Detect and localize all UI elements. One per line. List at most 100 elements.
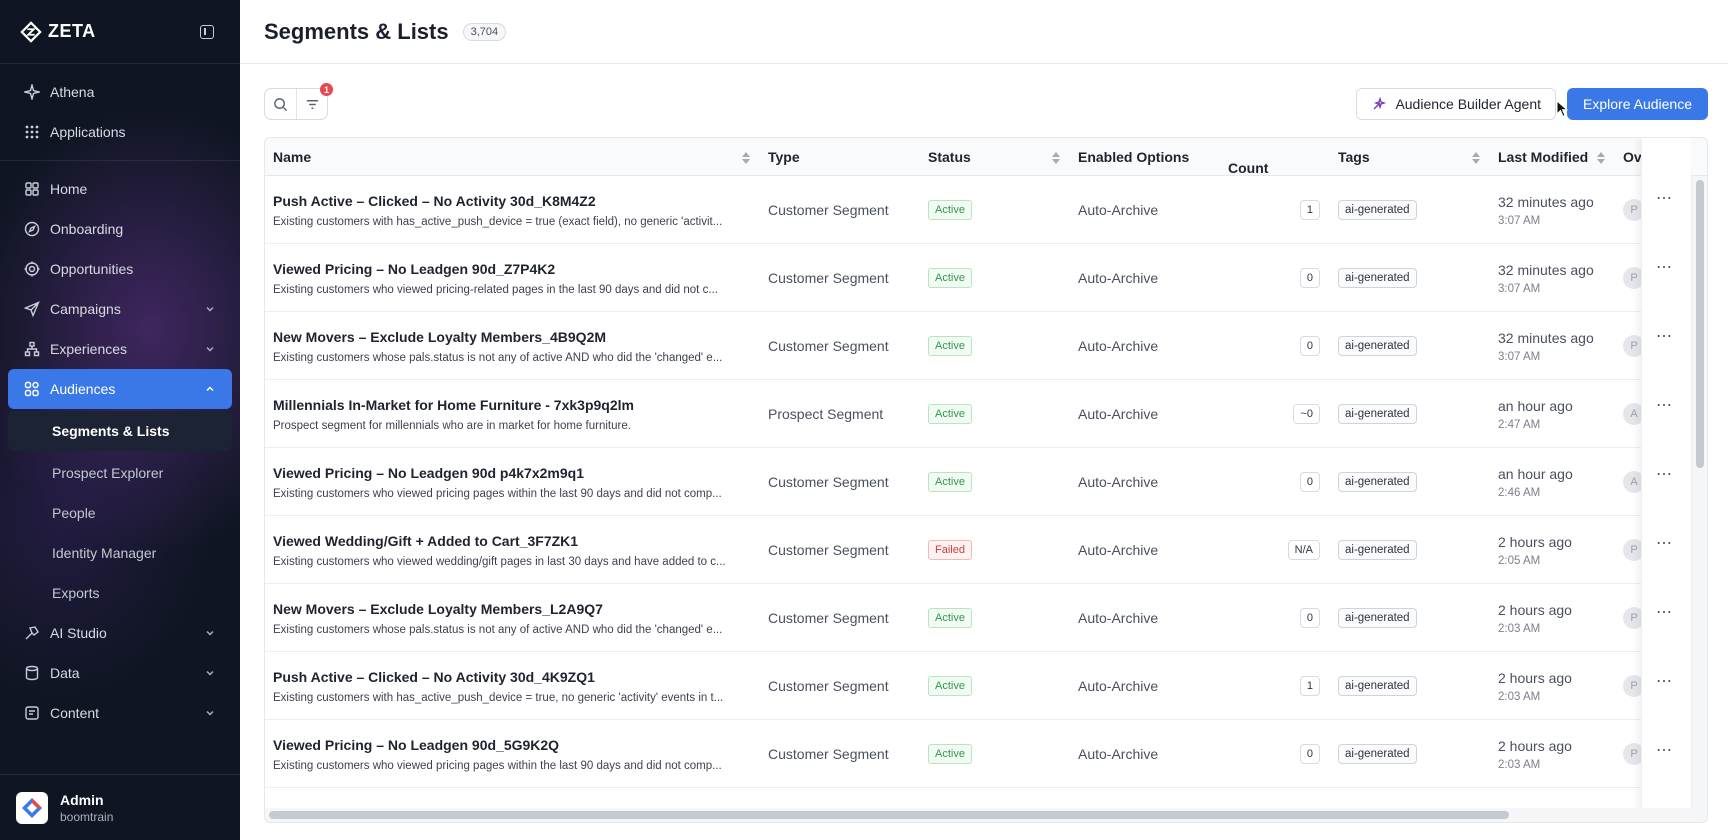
table-row[interactable]: New Movers – Exclude Loyalty Members_L2A…	[265, 584, 1707, 652]
sidebar-item-data[interactable]: Data	[8, 653, 232, 693]
horizontal-scroll-thumb[interactable]	[269, 811, 1509, 819]
sparkle-icon	[24, 84, 40, 100]
cell-name[interactable]: Viewed Pricing – No Leadgen 90d_Z7P4K2 Ex…	[265, 244, 760, 312]
tag-chip[interactable]: ai-generated	[1338, 268, 1417, 288]
tag-chip[interactable]: ai-generated	[1338, 676, 1417, 696]
cell-tags: ai-generated	[1330, 312, 1490, 380]
more-actions-icon[interactable]: ⋯	[1656, 464, 1673, 484]
column-header-label: Ov	[1623, 148, 1642, 165]
tag-chip[interactable]: ai-generated	[1338, 336, 1417, 356]
more-actions-icon[interactable]: ⋯	[1656, 257, 1673, 277]
segment-description: Prospect segment for millennials who are…	[273, 419, 631, 432]
explore-audience-button[interactable]: Explore Audience	[1567, 88, 1708, 120]
sidebar-item-onboarding[interactable]: Onboarding	[8, 209, 232, 249]
chevron-down-icon[interactable]	[204, 627, 216, 639]
table-row[interactable]: Millennials In-Market for Home Furniture…	[265, 380, 1707, 448]
chevron-down-icon[interactable]	[204, 667, 216, 679]
user-profile[interactable]: Admin boomtrain	[0, 774, 240, 840]
sort-icon[interactable]	[1597, 151, 1605, 164]
cell-name[interactable]: Millennials In-Market for Home Furniture…	[265, 380, 760, 448]
vertical-scrollbar[interactable]	[1691, 176, 1707, 822]
segment-name[interactable]: Push Active – Clicked – No Activity 30d_…	[273, 669, 760, 685]
segment-name[interactable]: New Movers – Exclude Loyalty Members_L2A…	[273, 601, 760, 617]
segment-name[interactable]: Viewed Wedding/Gift + Added to Cart_3F7Z…	[273, 533, 760, 549]
table-row[interactable]: Viewed Pricing – No Leadgen 90d_5G9K2Q Ex…	[265, 720, 1707, 788]
table-row[interactable]: Viewed Wedding/Gift + Added to Cart_3F7Z…	[265, 516, 1707, 584]
more-actions-icon[interactable]: ⋯	[1656, 602, 1673, 622]
column-header-tags[interactable]: Tags	[1330, 138, 1490, 176]
table-row[interactable]: New Movers – Exclude Loyalty Members_4B9…	[265, 312, 1707, 380]
chevron-up-icon[interactable]	[204, 383, 216, 395]
sidebar-subitem-identity-manager[interactable]: Identity Manager	[8, 533, 232, 573]
tag-chip[interactable]: ai-generated	[1338, 200, 1417, 220]
tag-chip[interactable]: ai-generated	[1338, 472, 1417, 492]
sidebar-item-content[interactable]: Content	[8, 693, 232, 733]
sidebar-subitem-exports[interactable]: Exports	[8, 573, 232, 613]
segment-name[interactable]: Viewed Pricing – No Leadgen 90d p4k7x2m9…	[273, 465, 760, 481]
sort-icon[interactable]	[1052, 151, 1060, 164]
segment-name[interactable]: Millennials In-Market for Home Furniture…	[273, 397, 760, 413]
more-actions-icon[interactable]: ⋯	[1656, 188, 1673, 208]
column-header-type[interactable]: Type	[760, 138, 920, 176]
cell-name[interactable]: Viewed Pricing – No Leadgen 90d p4k7x2m9…	[265, 448, 760, 516]
status-badge: Active	[928, 472, 972, 492]
tag-chip[interactable]: ai-generated	[1338, 608, 1417, 628]
chevron-down-icon[interactable]	[204, 303, 216, 315]
more-actions-icon[interactable]: ⋯	[1656, 671, 1673, 691]
sidebar-subitem-segments-lists[interactable]: Segments & Lists	[8, 411, 232, 451]
tag-chip[interactable]: ai-generated	[1338, 540, 1417, 560]
column-header-name[interactable]: Name	[265, 138, 760, 176]
tag-chip[interactable]: ai-generated	[1338, 744, 1417, 764]
more-actions-icon[interactable]: ⋯	[1656, 326, 1673, 346]
vertical-scroll-thumb[interactable]	[1696, 180, 1704, 468]
cell-name[interactable]: Viewed Pricing – No Leadgen 90d_5G9K2Q Ex…	[265, 720, 760, 788]
sidebar-item-opportunities[interactable]: Opportunities	[8, 249, 232, 289]
sidebar-item-ai-studio[interactable]: AI Studio	[8, 613, 232, 653]
modified-relative: 2 hours ago	[1498, 533, 1572, 550]
cell-enabled-options: Auto-Archive	[1070, 584, 1220, 652]
cell-name[interactable]: Push Active – Clicked – No Activity 30d_…	[265, 176, 760, 244]
segment-type: Customer Segment	[768, 610, 889, 626]
segment-name[interactable]: New Movers – Exclude Loyalty Members_4B9…	[273, 329, 760, 345]
cell-name[interactable]: New Movers – Exclude Loyalty Members_4B9…	[265, 312, 760, 380]
cell-name[interactable]: New Movers – Exclude Loyalty Members_L2A…	[265, 584, 760, 652]
sidebar-item-athena[interactable]: Athena	[8, 72, 232, 112]
chevron-down-icon[interactable]	[204, 707, 216, 719]
sidebar-subitem-prospect-explorer[interactable]: Prospect Explorer	[8, 453, 232, 493]
user-name: Admin	[60, 791, 104, 808]
more-actions-icon[interactable]: ⋯	[1656, 395, 1673, 415]
column-header-enabled-options[interactable]: Enabled Options	[1070, 138, 1220, 176]
tag-chip[interactable]: ai-generated	[1338, 404, 1417, 424]
search-button[interactable]	[265, 89, 296, 119]
sidebar-item-label: Campaigns	[50, 301, 121, 317]
cell-enabled-options: Auto-Archive	[1070, 720, 1220, 788]
more-actions-icon[interactable]: ⋯	[1656, 740, 1673, 760]
sort-icon[interactable]	[1472, 151, 1480, 164]
horizontal-scrollbar[interactable]	[265, 808, 1693, 822]
sidebar-item-experiences[interactable]: Experiences	[8, 329, 232, 369]
column-header-count[interactable]: Count	[1220, 138, 1330, 176]
cell-name[interactable]: Viewed Wedding/Gift + Added to Cart_3F7Z…	[265, 516, 760, 584]
table-row[interactable]: Push Active – Clicked – No Activity 30d_…	[265, 176, 1707, 244]
sidebar-item-home[interactable]: Home	[8, 169, 232, 209]
column-header-status[interactable]: Status	[920, 138, 1070, 176]
filter-button[interactable]: 1	[296, 83, 333, 119]
sidebar-item-applications[interactable]: Applications	[8, 112, 232, 152]
segment-name[interactable]: Push Active – Clicked – No Activity 30d_…	[273, 193, 760, 209]
sort-icon[interactable]	[742, 151, 750, 164]
chevron-down-icon[interactable]	[204, 343, 216, 355]
table-row[interactable]: Viewed Pricing – No Leadgen 90d_Z7P4K2 Ex…	[265, 244, 1707, 312]
collapse-sidebar-icon[interactable]	[200, 24, 214, 39]
cell-name[interactable]: Push Active – Clicked – No Activity 30d_…	[265, 652, 760, 720]
sidebar-subitem-people[interactable]: People	[8, 493, 232, 533]
column-header-last-modified[interactable]: Last Modified	[1490, 138, 1615, 176]
sidebar-item-campaigns[interactable]: Campaigns	[8, 289, 232, 329]
table-row[interactable]: Viewed Pricing – No Leadgen 90d p4k7x2m9…	[265, 448, 1707, 516]
segment-name[interactable]: Viewed Pricing – No Leadgen 90d_5G9K2Q	[273, 737, 760, 753]
segment-name[interactable]: Viewed Pricing – No Leadgen 90d_Z7P4K2	[273, 261, 760, 277]
table-row[interactable]: Push Active – Clicked – No Activity 30d_…	[265, 652, 1707, 720]
cell-enabled-options: Auto-Archive	[1070, 312, 1220, 380]
audience-builder-agent-button[interactable]: Audience Builder Agent	[1356, 88, 1556, 120]
more-actions-icon[interactable]: ⋯	[1656, 533, 1673, 553]
sidebar-item-audiences[interactable]: Audiences	[8, 369, 232, 409]
